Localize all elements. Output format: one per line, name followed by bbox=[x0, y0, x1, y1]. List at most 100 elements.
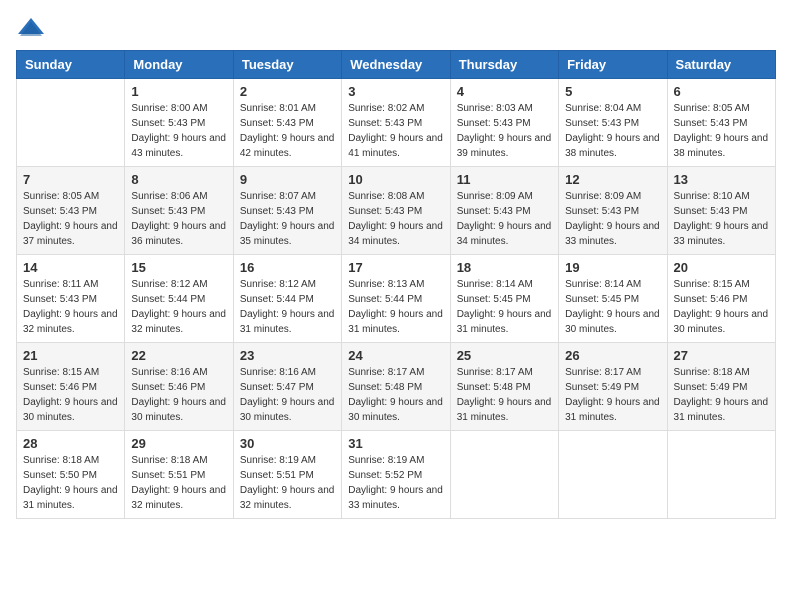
calendar-cell: 1 Sunrise: 8:00 AMSunset: 5:43 PMDaylight… bbox=[125, 79, 233, 167]
calendar-cell bbox=[559, 431, 667, 519]
calendar-cell: 16 Sunrise: 8:12 AMSunset: 5:44 PMDayligh… bbox=[233, 255, 341, 343]
logo bbox=[16, 16, 50, 40]
calendar-cell bbox=[667, 431, 775, 519]
day-number: 16 bbox=[240, 260, 335, 275]
day-number: 10 bbox=[348, 172, 443, 187]
day-info: Sunrise: 8:00 AMSunset: 5:43 PMDaylight:… bbox=[131, 101, 226, 161]
calendar-cell: 29 Sunrise: 8:18 AMSunset: 5:51 PMDayligh… bbox=[125, 431, 233, 519]
column-header-friday: Friday bbox=[559, 51, 667, 79]
day-info: Sunrise: 8:18 AMSunset: 5:51 PMDaylight:… bbox=[131, 453, 226, 513]
calendar-week-row: 14Sunrise: 8:11 AMSunset: 5:43 PMDayligh… bbox=[17, 255, 776, 343]
day-info: Sunrise: 8:11 AMSunset: 5:43 PMDaylight:… bbox=[23, 277, 118, 337]
calendar-table: SundayMondayTuesdayWednesdayThursdayFrid… bbox=[16, 50, 776, 519]
calendar-week-row: 7Sunrise: 8:05 AMSunset: 5:43 PMDaylight… bbox=[17, 167, 776, 255]
calendar-cell: 8 Sunrise: 8:06 AMSunset: 5:43 PMDaylight… bbox=[125, 167, 233, 255]
calendar-cell: 20 Sunrise: 8:15 AMSunset: 5:46 PMDayligh… bbox=[667, 255, 775, 343]
day-number: 4 bbox=[457, 84, 552, 99]
day-info: Sunrise: 8:13 AMSunset: 5:44 PMDaylight:… bbox=[348, 277, 443, 337]
calendar-cell: 15 Sunrise: 8:12 AMSunset: 5:44 PMDayligh… bbox=[125, 255, 233, 343]
calendar-cell bbox=[17, 79, 125, 167]
day-number: 1 bbox=[131, 84, 226, 99]
calendar-cell bbox=[450, 431, 558, 519]
day-info: Sunrise: 8:12 AMSunset: 5:44 PMDaylight:… bbox=[240, 277, 335, 337]
calendar-cell: 21 Sunrise: 8:15 AMSunset: 5:46 PMDayligh… bbox=[17, 343, 125, 431]
calendar-cell: 23 Sunrise: 8:16 AMSunset: 5:47 PMDayligh… bbox=[233, 343, 341, 431]
calendar-cell: 7Sunrise: 8:05 AMSunset: 5:43 PMDaylight… bbox=[17, 167, 125, 255]
day-number: 24 bbox=[348, 348, 443, 363]
calendar-header-row: SundayMondayTuesdayWednesdayThursdayFrid… bbox=[17, 51, 776, 79]
calendar-cell: 28 Sunrise: 8:18 AMSunset: 5:50 PMDayligh… bbox=[17, 431, 125, 519]
day-number: 22 bbox=[131, 348, 226, 363]
column-header-tuesday: Tuesday bbox=[233, 51, 341, 79]
logo-icon bbox=[16, 16, 46, 40]
calendar-cell: 19 Sunrise: 8:14 AMSunset: 5:45 PMDayligh… bbox=[559, 255, 667, 343]
day-info: Sunrise: 8:06 AMSunset: 5:43 PMDaylight:… bbox=[131, 189, 226, 249]
day-info: Sunrise: 8:12 AMSunset: 5:44 PMDaylight:… bbox=[131, 277, 226, 337]
column-header-saturday: Saturday bbox=[667, 51, 775, 79]
calendar-week-row: 21 Sunrise: 8:15 AMSunset: 5:46 PMDayligh… bbox=[17, 343, 776, 431]
day-number: 15 bbox=[131, 260, 226, 275]
day-number: 29 bbox=[131, 436, 226, 451]
column-header-sunday: Sunday bbox=[17, 51, 125, 79]
day-info: Sunrise: 8:14 AMSunset: 5:45 PMDaylight:… bbox=[565, 277, 660, 337]
day-info: Sunrise: 8:16 AMSunset: 5:46 PMDaylight:… bbox=[131, 365, 226, 425]
column-header-monday: Monday bbox=[125, 51, 233, 79]
day-number: 18 bbox=[457, 260, 552, 275]
calendar-cell: 3 Sunrise: 8:02 AMSunset: 5:43 PMDaylight… bbox=[342, 79, 450, 167]
day-info: Sunrise: 8:15 AMSunset: 5:46 PMDaylight:… bbox=[23, 365, 118, 425]
day-info: Sunrise: 8:07 AMSunset: 5:43 PMDaylight:… bbox=[240, 189, 335, 249]
day-number: 13 bbox=[674, 172, 769, 187]
calendar-cell: 12 Sunrise: 8:09 AMSunset: 5:43 PMDayligh… bbox=[559, 167, 667, 255]
day-number: 25 bbox=[457, 348, 552, 363]
calendar-cell: 25 Sunrise: 8:17 AMSunset: 5:48 PMDayligh… bbox=[450, 343, 558, 431]
calendar-cell: 10 Sunrise: 8:08 AMSunset: 5:43 PMDayligh… bbox=[342, 167, 450, 255]
day-info: Sunrise: 8:02 AMSunset: 5:43 PMDaylight:… bbox=[348, 101, 443, 161]
day-info: Sunrise: 8:10 AMSunset: 5:43 PMDaylight:… bbox=[674, 189, 769, 249]
day-number: 30 bbox=[240, 436, 335, 451]
calendar-week-row: 28 Sunrise: 8:18 AMSunset: 5:50 PMDayligh… bbox=[17, 431, 776, 519]
day-number: 12 bbox=[565, 172, 660, 187]
day-info: Sunrise: 8:18 AMSunset: 5:49 PMDaylight:… bbox=[674, 365, 769, 425]
day-info: Sunrise: 8:17 AMSunset: 5:48 PMDaylight:… bbox=[457, 365, 552, 425]
calendar-cell: 2Sunrise: 8:01 AMSunset: 5:43 PMDaylight… bbox=[233, 79, 341, 167]
calendar-cell: 6Sunrise: 8:05 AMSunset: 5:43 PMDaylight… bbox=[667, 79, 775, 167]
day-info: Sunrise: 8:19 AMSunset: 5:52 PMDaylight:… bbox=[348, 453, 443, 513]
day-number: 27 bbox=[674, 348, 769, 363]
calendar-cell: 26Sunrise: 8:17 AMSunset: 5:49 PMDayligh… bbox=[559, 343, 667, 431]
day-info: Sunrise: 8:18 AMSunset: 5:50 PMDaylight:… bbox=[23, 453, 118, 513]
day-number: 2 bbox=[240, 84, 335, 99]
day-number: 9 bbox=[240, 172, 335, 187]
day-number: 21 bbox=[23, 348, 118, 363]
column-header-wednesday: Wednesday bbox=[342, 51, 450, 79]
calendar-week-row: 1 Sunrise: 8:00 AMSunset: 5:43 PMDaylight… bbox=[17, 79, 776, 167]
calendar-cell: 31Sunrise: 8:19 AMSunset: 5:52 PMDayligh… bbox=[342, 431, 450, 519]
calendar-cell: 27 Sunrise: 8:18 AMSunset: 5:49 PMDayligh… bbox=[667, 343, 775, 431]
day-number: 19 bbox=[565, 260, 660, 275]
day-info: Sunrise: 8:09 AMSunset: 5:43 PMDaylight:… bbox=[565, 189, 660, 249]
day-info: Sunrise: 8:16 AMSunset: 5:47 PMDaylight:… bbox=[240, 365, 335, 425]
calendar-cell: 30Sunrise: 8:19 AMSunset: 5:51 PMDayligh… bbox=[233, 431, 341, 519]
day-info: Sunrise: 8:17 AMSunset: 5:48 PMDaylight:… bbox=[348, 365, 443, 425]
calendar-cell: 17 Sunrise: 8:13 AMSunset: 5:44 PMDayligh… bbox=[342, 255, 450, 343]
calendar-cell: 18 Sunrise: 8:14 AMSunset: 5:45 PMDayligh… bbox=[450, 255, 558, 343]
day-info: Sunrise: 8:09 AMSunset: 5:43 PMDaylight:… bbox=[457, 189, 552, 249]
day-info: Sunrise: 8:03 AMSunset: 5:43 PMDaylight:… bbox=[457, 101, 552, 161]
day-info: Sunrise: 8:14 AMSunset: 5:45 PMDaylight:… bbox=[457, 277, 552, 337]
day-number: 11 bbox=[457, 172, 552, 187]
day-number: 8 bbox=[131, 172, 226, 187]
page-header bbox=[16, 16, 776, 40]
day-info: Sunrise: 8:15 AMSunset: 5:46 PMDaylight:… bbox=[674, 277, 769, 337]
day-number: 23 bbox=[240, 348, 335, 363]
calendar-cell: 11 Sunrise: 8:09 AMSunset: 5:43 PMDayligh… bbox=[450, 167, 558, 255]
day-number: 28 bbox=[23, 436, 118, 451]
day-number: 5 bbox=[565, 84, 660, 99]
day-number: 3 bbox=[348, 84, 443, 99]
day-info: Sunrise: 8:08 AMSunset: 5:43 PMDaylight:… bbox=[348, 189, 443, 249]
calendar-cell: 4 Sunrise: 8:03 AMSunset: 5:43 PMDaylight… bbox=[450, 79, 558, 167]
calendar-cell: 22 Sunrise: 8:16 AMSunset: 5:46 PMDayligh… bbox=[125, 343, 233, 431]
day-info: Sunrise: 8:05 AMSunset: 5:43 PMDaylight:… bbox=[23, 189, 118, 249]
day-info: Sunrise: 8:04 AMSunset: 5:43 PMDaylight:… bbox=[565, 101, 660, 161]
day-number: 20 bbox=[674, 260, 769, 275]
day-number: 17 bbox=[348, 260, 443, 275]
day-number: 6 bbox=[674, 84, 769, 99]
